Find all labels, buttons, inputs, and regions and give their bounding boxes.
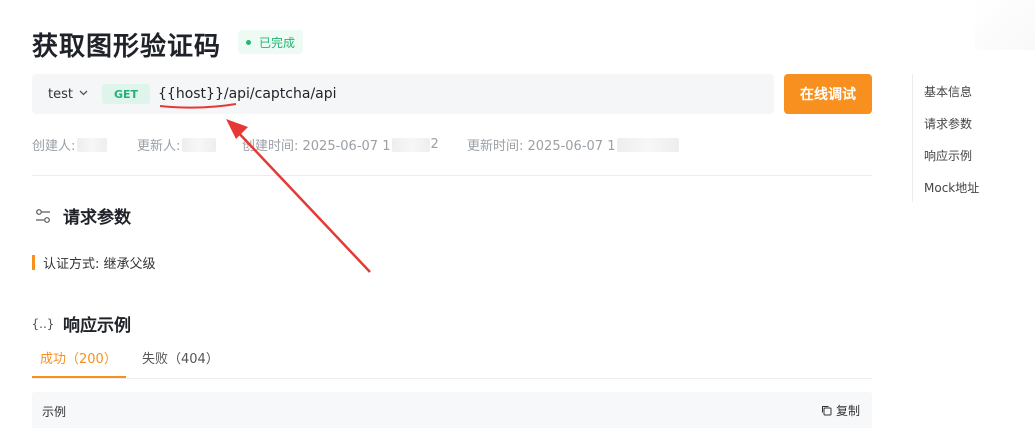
example-label: 示例	[42, 405, 67, 419]
environment-select[interactable]: test	[32, 87, 102, 102]
redacted-time	[617, 137, 680, 152]
redacted-time	[392, 137, 431, 152]
request-url-bar: test GET	[32, 74, 774, 114]
redacted-name	[77, 137, 108, 152]
meta-updater-label: 更新人:	[137, 139, 181, 154]
example-panel: 示例 复制	[32, 392, 872, 428]
redacted-name	[182, 137, 217, 152]
online-debug-button[interactable]: 在线调试	[784, 74, 872, 114]
tab-success-200[interactable]: 成功（200）	[32, 348, 126, 378]
status-badge-label: 已完成	[259, 35, 296, 50]
status-dot-icon	[246, 39, 251, 45]
meta-created-tail: 2	[430, 137, 439, 152]
page-title: 获取图形验证码	[32, 32, 222, 62]
divider	[32, 175, 872, 176]
url-input[interactable]	[158, 79, 774, 109]
copy-icon	[821, 406, 832, 416]
chevron-down-icon	[79, 89, 88, 99]
section-response-example: {..} 响应示例	[32, 311, 131, 336]
meta-updated-label: 更新时间: 2025-06-07 1	[467, 139, 616, 154]
toc-sidebar: 基本信息 请求参数 响应示例 Mock地址	[912, 74, 1022, 202]
environment-select-value: test	[48, 86, 73, 102]
meta-created-time: 创建时间: 2025-06-07 1 2	[242, 135, 439, 154]
toc-item-request-params[interactable]: 请求参数	[924, 115, 972, 132]
meta-creator: 创建人:	[32, 135, 108, 154]
method-badge: GET	[102, 84, 150, 104]
section-title-response-example: 响应示例	[63, 316, 131, 336]
section-title-request-params: 请求参数	[63, 208, 131, 228]
meta-updated-time: 更新时间: 2025-06-07 1	[467, 135, 680, 154]
braces-icon: {..}	[31, 316, 55, 331]
response-tabs: 成功（200） 失败（404）	[32, 344, 872, 379]
auth-row: 认证方式: 继承父级	[32, 253, 156, 272]
copy-button-label: 复制	[835, 404, 860, 418]
sliders-icon	[32, 205, 54, 227]
meta-creator-label: 创建人:	[32, 139, 76, 154]
toc-item-basic-info[interactable]: 基本信息	[924, 83, 972, 100]
status-badge: 已完成	[238, 30, 304, 54]
toc-item-response-example[interactable]: 响应示例	[924, 147, 972, 164]
toc-item-mock-url[interactable]: Mock地址	[924, 179, 979, 196]
section-request-params: 请求参数	[32, 203, 131, 228]
copy-button[interactable]: 复制	[821, 402, 860, 419]
auth-text: 认证方式: 继承父级	[43, 257, 156, 272]
corner-shade	[975, 0, 1035, 50]
tab-failed-404[interactable]: 失败（404）	[142, 348, 219, 378]
auth-accent-bar	[32, 255, 35, 270]
meta-created-label: 创建时间: 2025-06-07 1	[242, 139, 391, 154]
meta-updater: 更新人:	[137, 135, 217, 154]
